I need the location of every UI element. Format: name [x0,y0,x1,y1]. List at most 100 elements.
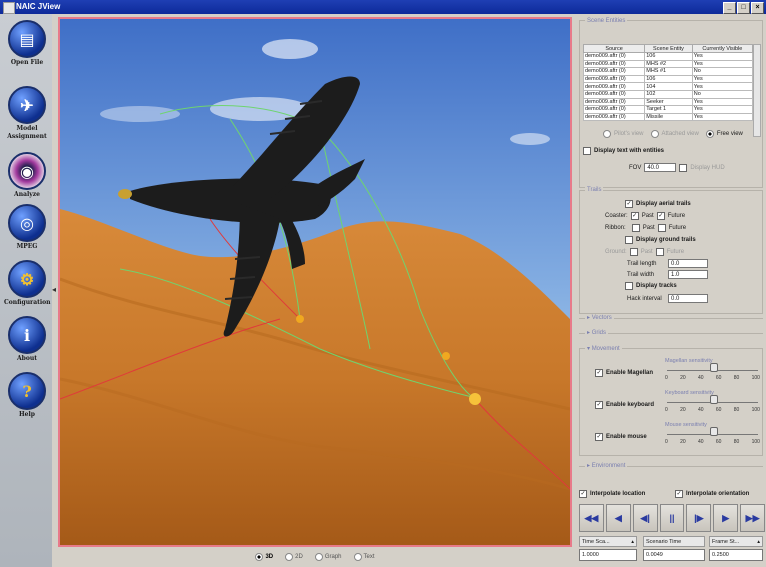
keyboard-row: ✓ Enable keyboard [595,401,655,409]
fast-forward-button[interactable]: ▶▶ [740,504,766,532]
pause-button[interactable]: || [659,504,685,532]
rewind-button[interactable]: ◀ [605,504,631,532]
free-view-radio[interactable] [705,130,714,138]
table-row[interactable]: demo009.aftr (0) MHS #1 No [582,67,754,76]
display-text-row: Display text with entities [583,147,664,155]
close-button[interactable]: × [751,2,764,14]
open-file-button[interactable]: ▤ Open File [4,20,50,67]
table-row[interactable]: demo009.aftr (0) 106 Yes [582,52,754,61]
movement-title[interactable]: ▾ Movement [585,345,622,352]
info-icon: i [8,316,46,354]
vectors-section-toggle[interactable]: ▸ Vectors [585,314,614,321]
nav-label: Configuration [4,299,51,306]
analyze-button[interactable]: ◉ Analyze [4,152,50,199]
hack-interval-field[interactable]: 0.0 [668,294,708,303]
view-option-group: Pilot's view Attached view Free view [603,130,743,138]
magellan-slider[interactable]: Magellan sensitivity 0 20 40 60 80 100 [665,358,760,381]
scenario-time-field[interactable]: 0.0049 [643,549,705,561]
attached-view-radio[interactable] [650,130,659,138]
table-row[interactable]: demo009.aftr (0) Seeker Yes [582,97,754,107]
table-row[interactable]: demo009.aftr (0) 102 No [582,89,754,99]
time-scale-field[interactable]: 1.0000 [579,549,637,561]
environment-section-toggle[interactable]: ▸ Environment [585,462,628,469]
help-icon: ? [8,372,46,410]
frame-step-field[interactable]: 0.2500 [709,549,763,561]
nav-label: Open File [10,59,44,66]
folder-icon: ▤ [8,20,46,58]
display-aerial-trails-checkbox[interactable]: ✓ [625,200,633,208]
eye-icon: ◉ [8,152,46,190]
frame-step-spinner[interactable]: ▴ [757,539,760,545]
pilots-view-radio[interactable] [603,130,611,138]
view-mode-3d[interactable]: 3D [255,553,273,561]
display-text-checkbox[interactable] [583,147,591,155]
mouse-row: ✓ Enable mouse [595,433,647,441]
interpolate-orientation-checkbox[interactable]: ✓ [675,490,683,498]
configuration-button[interactable]: ⚙ Configuration [4,260,51,307]
keyboard-slider[interactable]: Keyboard sensitivity 0 20 40 60 80 100 [665,390,760,413]
mouse-slider[interactable]: Mouse sensitivity 0 20 40 60 80 100 [665,422,760,445]
table-scrollbar[interactable] [753,44,761,137]
control-panel: Scene Entities Source Scene Entity Curre… [575,14,766,567]
slider-thumb[interactable] [709,427,718,436]
about-button[interactable]: i About [4,316,50,363]
nav-label: Analyze [14,191,40,198]
display-tracks-checkbox[interactable] [625,282,633,290]
mpeg-button[interactable]: ◎ MPEG [4,204,50,251]
slider-thumb[interactable] [709,363,718,372]
interpolate-location-checkbox[interactable]: ✓ [579,490,587,498]
ground-past-checkbox[interactable] [629,248,638,256]
display-hud-checkbox[interactable] [679,163,688,172]
3d-viewport[interactable] [58,17,572,547]
app-icon [3,2,15,14]
table-row[interactable]: demo009.aftr (0) MHS #2 Yes [582,59,754,69]
nav-label: About [17,355,37,362]
ground-future-checkbox[interactable] [655,248,664,256]
fov-field[interactable]: 40.0 [644,163,677,172]
table-row[interactable]: demo009.aftr (0) Missile Yes [582,112,754,122]
rewind-fast-button[interactable]: ◀◀ [579,504,604,532]
table-row[interactable]: demo009.aftr (0) Target 1 Yes [582,105,754,114]
scene-entities-title: Scene Entities [585,18,628,24]
trail-length-field[interactable]: 0.0 [668,259,708,268]
trail-length-row: Trail length 0.0 [627,259,708,268]
table-row[interactable]: demo009.aftr (0) 106 Yes [582,74,754,84]
minimize-button[interactable]: _ [723,2,736,14]
scene-entities-table[interactable]: Source Scene Entity Currently Visible de… [582,44,754,122]
enable-mouse-checkbox[interactable]: ✓ [595,433,603,441]
step-forward-button[interactable]: |▶ [686,504,712,532]
radio-icon [255,553,264,561]
coaster-past-checkbox[interactable]: ✓ [630,212,639,220]
gear-icon: ⚙ [8,260,46,298]
collapse-left-arrow-icon[interactable]: ◂ [52,285,56,294]
coaster-future-checkbox[interactable]: ✓ [656,212,665,220]
display-ground-trails-checkbox[interactable] [625,236,633,244]
nav-label: Help [19,411,35,418]
plane-icon: ✈ [8,86,46,124]
enable-keyboard-checkbox[interactable]: ✓ [595,401,603,409]
ribbon-past-checkbox[interactable] [631,224,640,232]
grids-section-toggle[interactable]: ▸ Grids [585,329,609,336]
step-back-button[interactable]: ◀| [632,504,658,532]
model-assignment-button[interactable]: ✈ Model Assignment [4,86,50,141]
trail-width-field[interactable]: 1.0 [668,270,708,279]
frame-step-box: Frame St... ▴ 0.2500 [709,536,763,561]
column-header[interactable]: Currently Visible [691,44,754,53]
help-button[interactable]: ? Help [4,372,50,419]
slider-thumb[interactable] [709,395,718,404]
scenario-time-box: Scenario Time 0.0049 [643,536,705,561]
column-header[interactable]: Source [582,44,646,53]
time-scale-spinner[interactable]: ▴ [631,539,634,545]
column-header[interactable]: Scene Entity [644,44,693,53]
table-row[interactable]: demo009.aftr (0) 104 Yes [582,82,754,91]
maximize-button[interactable]: □ [737,2,750,14]
ribbon-future-checkbox[interactable] [657,224,666,232]
trails-title: Trails [585,187,604,193]
view-mode-2d[interactable]: 2D [285,553,303,561]
time-scale-box: Time Sca... ▴ 1.0000 [579,536,637,561]
enable-magellan-checkbox[interactable]: ✓ [595,369,603,377]
play-button[interactable]: ▶ [713,504,739,532]
view-mode-graph[interactable]: Graph [314,553,342,561]
tracks-row: Display tracks [625,282,677,290]
view-mode-text[interactable]: Text [353,553,375,561]
